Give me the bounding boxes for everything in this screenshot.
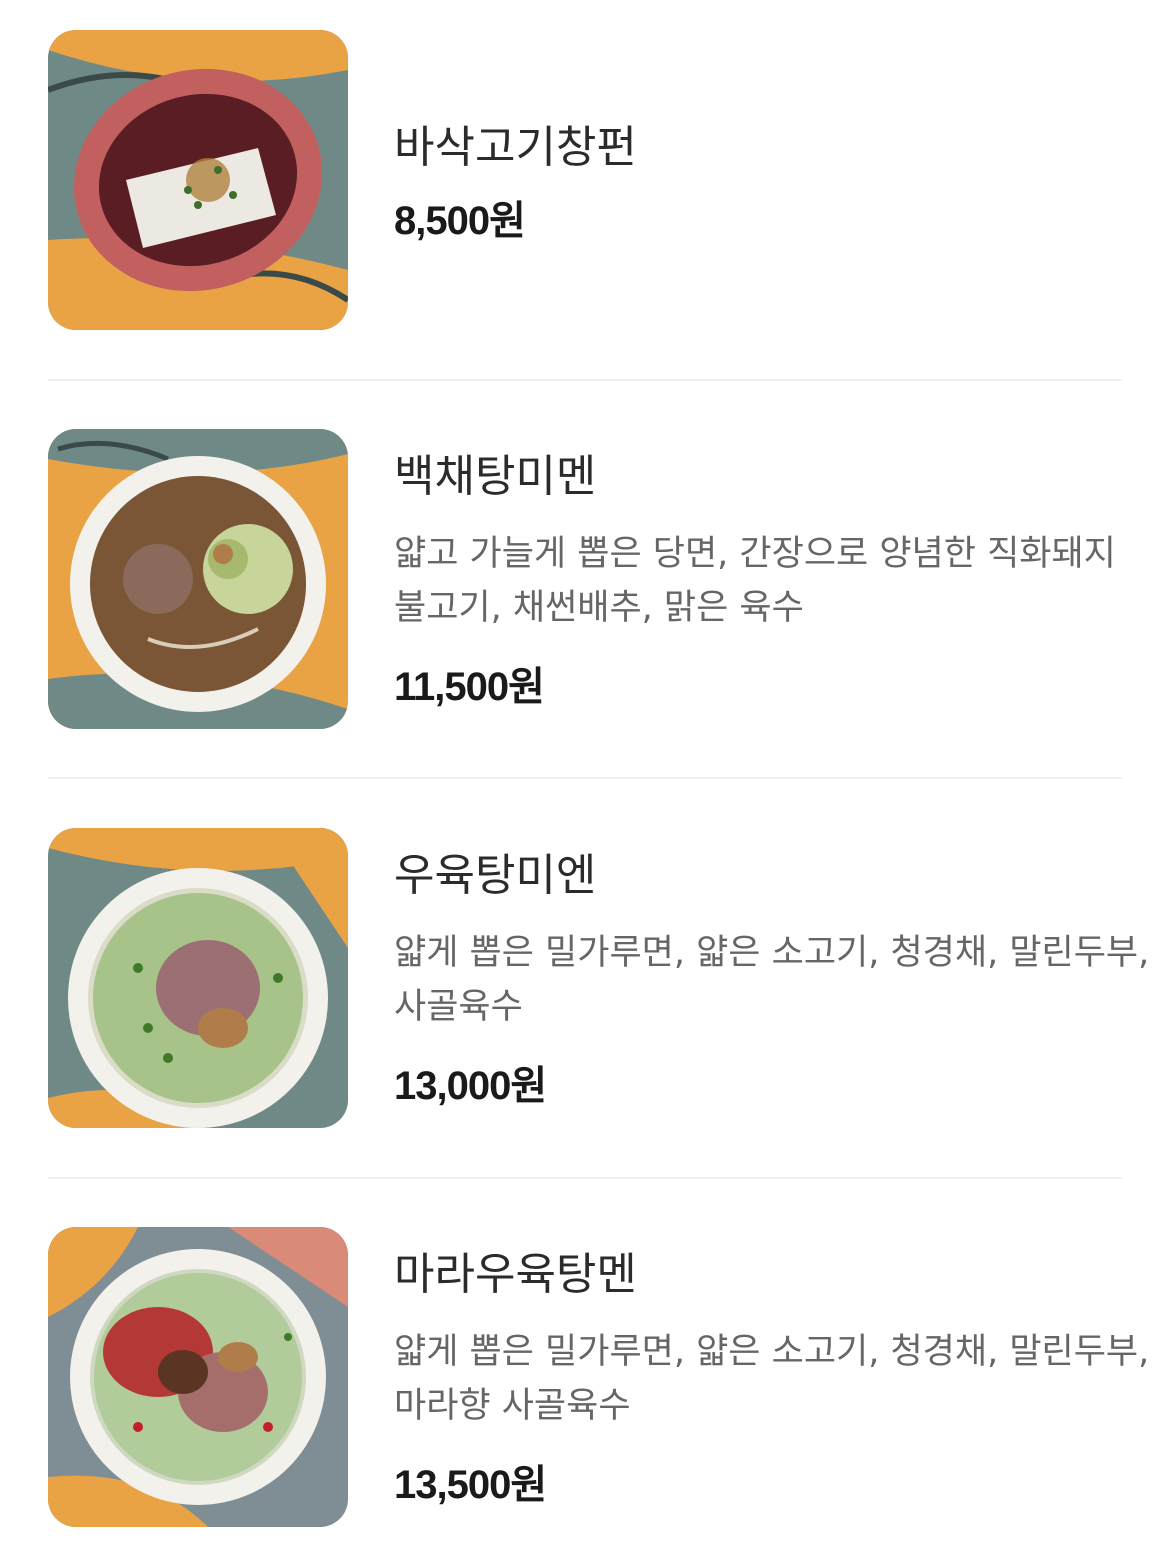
menu-item-info: 우육탕미엔 얇게 뽑은 밀가루면, 얇은 소고기, 청경채, 말린두부, 사골육… <box>394 828 1150 1128</box>
description-line: 얇게 뽑은 밀가루면, 얇은 소고기, 청경채, 말린두부, <box>394 933 1150 973</box>
mala-beef-noodle-soup-bowl-photo <box>48 1227 348 1527</box>
description-line: 마라향 사골육수 <box>394 1386 631 1426</box>
noodle-soup-bowl-photo <box>48 429 348 729</box>
menu-list: 바삭고기창펀 8,500원 백채탕미멘 얇고 가늘게 뽑은 당면, 간장으로 양… <box>0 0 1170 1559</box>
menu-item-info: 바삭고기창펀 8,500원 <box>394 30 1122 330</box>
menu-item-description: 얇게 뽑은 밀가루면, 얇은 소고기, 청경채, 말린두부, 사골육수 <box>394 926 1150 1034</box>
menu-item-name: 바삭고기창펀 <box>394 122 637 173</box>
divider <box>48 777 1122 779</box>
menu-item-price: 13,500원 <box>394 1463 547 1507</box>
menu-item[interactable]: 마라우육탕멘 얇게 뽑은 밀가루면, 얇은 소고기, 청경채, 말린두부, 마라… <box>48 1227 1150 1527</box>
menu-item[interactable]: 바삭고기창펀 8,500원 <box>48 30 1122 330</box>
menu-item-info: 마라우육탕멘 얇게 뽑은 밀가루면, 얇은 소고기, 청경채, 말린두부, 마라… <box>394 1227 1150 1527</box>
divider <box>48 379 1122 381</box>
menu-item-name: 우육탕미엔 <box>394 850 597 901</box>
menu-item-description: 얇게 뽑은 밀가루면, 얇은 소고기, 청경채, 말린두부, 마라향 사골육수 <box>394 1325 1150 1433</box>
description-line: 얇고 가늘게 뽑은 당면, 간장으로 양념한 직화돼지 <box>394 534 1116 574</box>
rice-roll-plate-photo <box>48 30 348 330</box>
menu-item-name: 백채탕미멘 <box>394 451 597 502</box>
menu-item[interactable]: 백채탕미멘 얇고 가늘게 뽑은 당면, 간장으로 양념한 직화돼지 불고기, 채… <box>48 429 1122 729</box>
description-line: 불고기, 채썬배추, 맑은 육수 <box>394 588 804 628</box>
description-line: 얇게 뽑은 밀가루면, 얇은 소고기, 청경채, 말린두부, <box>394 1332 1150 1372</box>
description-line: 사골육수 <box>394 987 523 1027</box>
menu-item-name: 마라우육탕멘 <box>394 1249 637 1300</box>
menu-item[interactable]: 우육탕미엔 얇게 뽑은 밀가루면, 얇은 소고기, 청경채, 말린두부, 사골육… <box>48 828 1150 1128</box>
menu-item-price: 11,500원 <box>394 665 545 709</box>
menu-item-price: 8,500원 <box>394 199 526 243</box>
menu-item-info: 백채탕미멘 얇고 가늘게 뽑은 당면, 간장으로 양념한 직화돼지 불고기, 채… <box>394 429 1122 729</box>
divider <box>48 1177 1122 1179</box>
beef-noodle-soup-bowl-photo <box>48 828 348 1128</box>
menu-item-description: 얇고 가늘게 뽑은 당면, 간장으로 양념한 직화돼지 불고기, 채썬배추, 맑… <box>394 527 1122 635</box>
menu-item-price: 13,000원 <box>394 1064 547 1108</box>
